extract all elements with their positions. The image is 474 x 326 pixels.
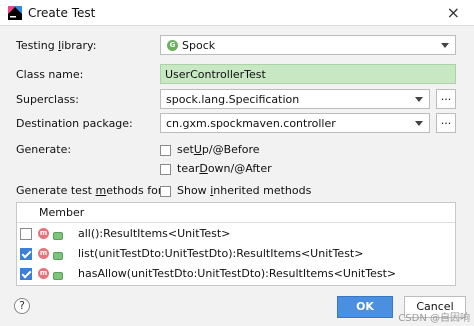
- class-name-value: UserControllerTest: [165, 68, 266, 81]
- class-name-input[interactable]: UserControllerTest: [160, 64, 456, 84]
- superclass-label: Superclass:: [16, 93, 79, 106]
- destination-browse-button[interactable]: ...: [436, 113, 456, 133]
- intellij-app-icon: [8, 6, 22, 20]
- row-checkbox[interactable]: [20, 268, 32, 280]
- public-lock-icon: [53, 232, 63, 240]
- member-column-header: Member: [39, 206, 85, 219]
- destination-package-select[interactable]: cn.gxm.spockmaven.controller: [160, 113, 430, 133]
- members-table: Member m all():ResultItems<UnitTest> m l…: [16, 202, 456, 286]
- chevron-down-icon: [441, 43, 449, 48]
- method-signature: list(unitTestDto:UnitTestDto):ResultItem…: [78, 247, 364, 260]
- window-title: Create Test: [28, 6, 96, 20]
- method-signature: all():ResultItems<UnitTest>: [78, 227, 231, 240]
- table-row[interactable]: m all():ResultItems<UnitTest>: [17, 224, 455, 244]
- members-table-header: Member: [17, 203, 455, 223]
- chevron-down-icon: [415, 121, 423, 126]
- title-bar: Create Test ×: [0, 0, 474, 26]
- setup-checkbox[interactable]: [160, 145, 171, 156]
- table-row[interactable]: m list(unitTestDto:UnitTestDto):ResultIt…: [17, 244, 455, 264]
- show-inherited-checkbox[interactable]: [160, 186, 171, 197]
- testing-library-label: Testing library:: [16, 39, 97, 52]
- setup-label: setUp/@Before: [177, 143, 260, 156]
- row-checkbox[interactable]: [20, 248, 32, 260]
- superclass-value: spock.lang.Specification: [166, 93, 300, 106]
- spock-icon: G: [167, 40, 178, 51]
- close-icon[interactable]: ×: [447, 3, 460, 22]
- method-icon: m: [38, 228, 49, 239]
- generate-label: Generate:: [16, 143, 72, 156]
- ok-button[interactable]: OK: [337, 296, 393, 318]
- row-checkbox[interactable]: [20, 228, 32, 240]
- generate-methods-label: Generate test methods for:: [16, 184, 166, 197]
- destination-package-label: Destination package:: [16, 117, 133, 130]
- table-row[interactable]: m hasAllow(unitTestDto:UnitTestDto):Resu…: [17, 264, 455, 284]
- teardown-checkbox[interactable]: [160, 164, 171, 175]
- method-icon: m: [38, 268, 49, 279]
- destination-package-value: cn.gxm.spockmaven.controller: [166, 117, 336, 130]
- public-lock-icon: [53, 252, 63, 260]
- teardown-label: tearDown/@After: [177, 162, 272, 175]
- superclass-select[interactable]: spock.lang.Specification: [160, 89, 430, 109]
- testing-library-select[interactable]: G Spock: [160, 35, 456, 55]
- help-button[interactable]: ?: [14, 298, 30, 314]
- method-signature: hasAllow(unitTestDto:UnitTestDto):Result…: [78, 267, 397, 280]
- watermark: CSDN @自因响: [398, 313, 470, 324]
- class-name-label: Class name:: [16, 68, 84, 81]
- testing-library-value: Spock: [182, 39, 216, 52]
- superclass-browse-button[interactable]: ...: [436, 89, 456, 109]
- chevron-down-icon: [415, 97, 423, 102]
- method-icon: m: [38, 248, 49, 259]
- show-inherited-label: Show inherited methods: [177, 184, 312, 197]
- public-lock-icon: [53, 272, 63, 280]
